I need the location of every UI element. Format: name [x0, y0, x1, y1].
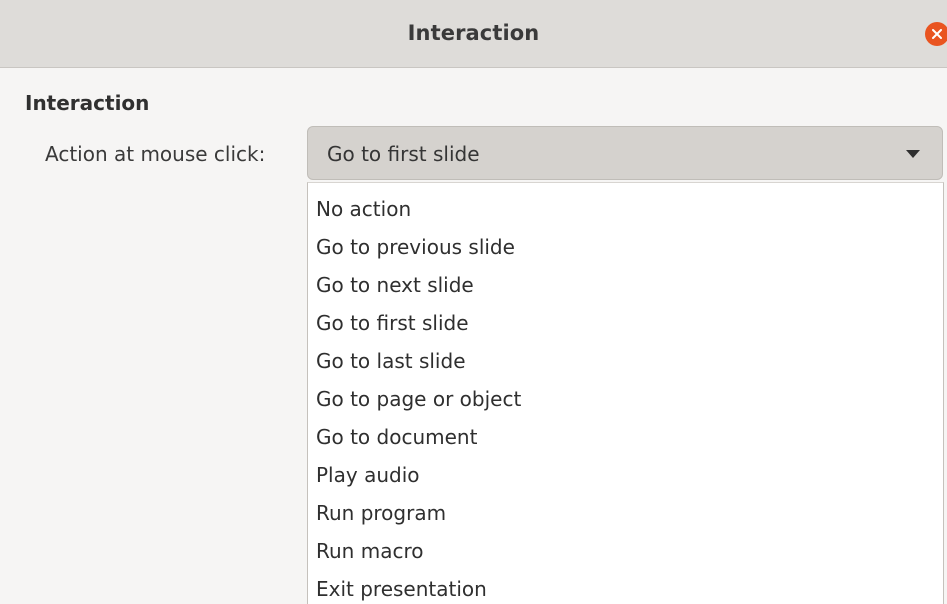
option-run-macro[interactable]: Run macro: [308, 532, 943, 570]
close-icon: [932, 29, 942, 39]
option-go-to-first-slide[interactable]: Go to first slide: [308, 304, 943, 342]
option-run-program[interactable]: Run program: [308, 494, 943, 532]
interaction-dialog: Interaction Interaction Action at mouse …: [0, 0, 947, 604]
close-button[interactable]: [925, 22, 947, 46]
dialog-title: Interaction: [407, 21, 540, 45]
action-dropdown-list: No action Go to previous slide Go to nex…: [307, 182, 944, 604]
dialog-titlebar[interactable]: Interaction: [0, 0, 947, 68]
selected-action: Go to first slide: [327, 142, 480, 166]
section-heading: Interaction: [25, 91, 150, 115]
action-select[interactable]: Go to first slide: [307, 126, 943, 180]
action-label: Action at mouse click:: [45, 142, 266, 166]
option-go-to-next-slide[interactable]: Go to next slide: [308, 266, 943, 304]
option-go-to-document[interactable]: Go to document: [308, 418, 943, 456]
option-go-to-page-or-object[interactable]: Go to page or object: [308, 380, 943, 418]
option-play-audio[interactable]: Play audio: [308, 456, 943, 494]
option-no-action[interactable]: No action: [308, 190, 943, 228]
chevron-down-icon: [906, 150, 920, 158]
option-go-to-last-slide[interactable]: Go to last slide: [308, 342, 943, 380]
option-exit-presentation[interactable]: Exit presentation: [308, 570, 943, 604]
option-go-to-previous-slide[interactable]: Go to previous slide: [308, 228, 943, 266]
